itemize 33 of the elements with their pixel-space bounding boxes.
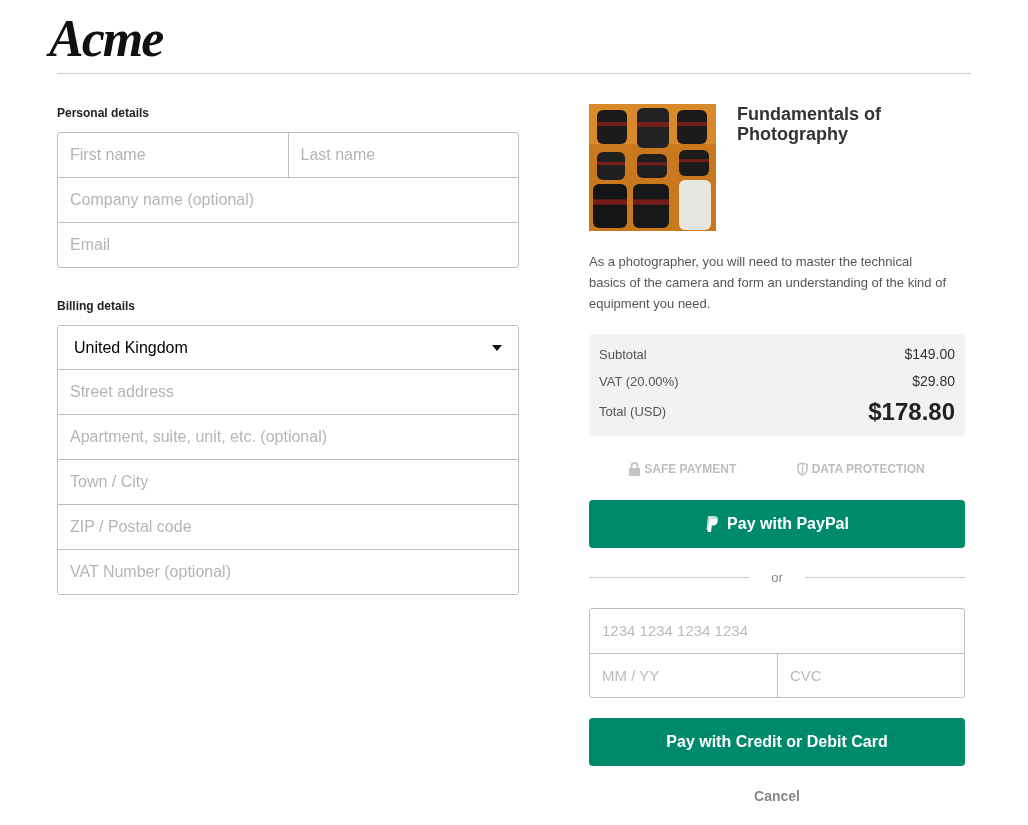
input-field[interactable]: VAT Number (optional) (57, 549, 519, 595)
expiry-field[interactable]: MM / YY (589, 652, 778, 698)
product-title: Fundamentals of Photography (737, 104, 882, 146)
input-field[interactable]: Town / City (57, 459, 519, 505)
lock-icon (629, 462, 641, 476)
country-select[interactable]: United Kingdom (57, 325, 519, 370)
card-pay-button[interactable]: Pay with Credit or Debit Card (589, 717, 965, 766)
summary-value: $178.80 (868, 397, 955, 427)
divider-label: or (770, 569, 784, 587)
input-field[interactable]: Street address (57, 369, 519, 415)
section-title: Personal details (57, 105, 151, 122)
input-field[interactable]: Email (57, 222, 519, 268)
input-field[interactable]: Company name (optional) (57, 177, 519, 223)
section-title: Billing details (57, 298, 136, 315)
paypal-button[interactable]: Pay with PayPal (589, 500, 965, 548)
badge-label: SAFE PAYMENT (644, 461, 737, 478)
summary-value: $149.00 (904, 345, 955, 364)
caret-icon (492, 344, 502, 351)
product-description: As a photographer, you will need to master the technical basics of the camera and form an understanding of the kind of equipment you need. (589, 253, 947, 313)
cancel-link[interactable]: Cancel (754, 785, 800, 807)
summary-label: Total (USD) (599, 403, 667, 422)
summary-label: Subtotal (599, 345, 647, 364)
summary-value: $29.80 (912, 372, 955, 391)
badge-label: DATA PROTECTION (811, 461, 925, 478)
input-field[interactable]: Last name (287, 132, 519, 178)
card-number-field[interactable]: 1234 1234 1234 1234 (589, 607, 965, 654)
input-field[interactable]: ZIP / Postal code (57, 504, 519, 550)
summary-label: VAT (20.00%) (599, 372, 679, 391)
shield-icon (796, 462, 808, 476)
cvc-field[interactable]: CVC (777, 652, 965, 698)
input-field[interactable]: First name (57, 132, 289, 178)
input-field[interactable]: Apartment, suite, unit, etc. (optional) (57, 414, 519, 460)
paypal-icon (705, 516, 720, 532)
